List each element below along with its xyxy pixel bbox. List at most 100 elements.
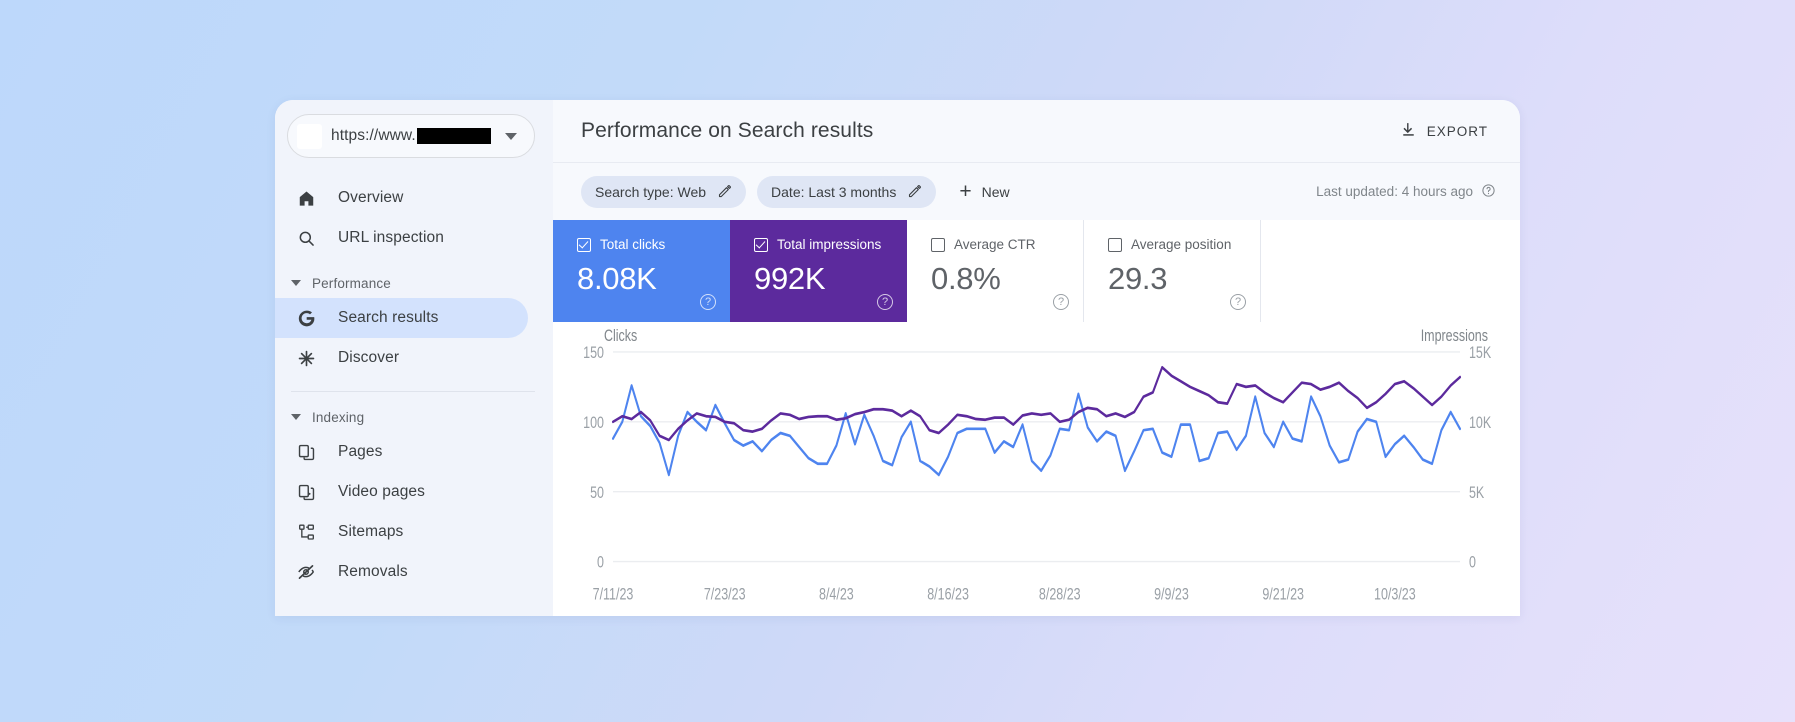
y2-axis-title: Impressions [1421,326,1488,345]
help-circle-icon[interactable]: ? [877,294,893,310]
performance-chart-svg: 0 0 50 5K 100 10K 150 15K Clicks Impressions 7/11/… [583,326,1491,604]
sidebar-item-discover[interactable]: Discover [275,338,528,378]
sidebar-item-overview[interactable]: Overview [275,178,528,218]
sidebar: https://www. Overview URL inspection Per… [275,100,553,616]
metric-card-total-impressions[interactable]: Total impressions 992K ? [730,220,907,322]
metric-value: 0.8% [931,261,1001,296]
metric-checkbox[interactable] [577,237,591,252]
sidebar-item-video-pages[interactable]: Video pages [275,472,528,512]
property-selector[interactable]: https://www. [287,114,535,158]
help-circle-icon[interactable]: ? [700,294,716,310]
chevron-down-icon [291,414,301,420]
y2-axis-tick-label: 15K [1469,343,1491,362]
metric-header: Average CTR [931,237,1083,252]
x-axis-tick-label: 9/9/23 [1154,585,1189,604]
pencil-icon[interactable] [907,184,922,199]
video-pages-icon [296,482,316,502]
x-axis-tick-label: 8/16/23 [927,585,969,604]
sidebar-item-label: Removals [338,563,408,580]
plus-icon: + [959,180,972,203]
sidebar-item-label: Sitemaps [338,523,404,540]
download-icon [1400,121,1417,141]
sidebar-item-url-inspection[interactable]: URL inspection [275,218,528,258]
sidebar-item-pages[interactable]: Pages [275,432,528,472]
metric-value: 29.3 [1108,261,1168,296]
sidebar-nav: Overview URL inspection Performance Sear… [275,178,553,592]
pages-icon [296,442,316,462]
filter-bar: Search type: Web Date: Last 3 months + N… [553,162,1520,220]
metric-checkbox[interactable] [931,237,945,252]
sidebar-group-label: Indexing [312,409,365,425]
sidebar-item-sitemaps[interactable]: Sitemaps [275,512,528,552]
y-axis-tick-label: 50 [590,483,604,502]
metric-card-average-position[interactable]: Average position 29.3 ? [1084,220,1261,322]
page-backdrop: https://www. Overview URL inspection Per… [0,0,1795,722]
filter-chip-date[interactable]: Date: Last 3 months [757,175,937,208]
sidebar-item-removals[interactable]: Removals [275,552,528,592]
metric-header: Total clicks [577,237,730,252]
x-axis-tick-label: 8/28/23 [1039,585,1081,604]
sidebar-group-label: Performance [312,275,391,291]
home-icon [296,188,316,208]
y-axis-tick-label: 100 [583,413,604,432]
sidebar-divider [291,391,535,392]
last-updated-status: Last updated: 4 hours ago [1316,183,1496,201]
chevron-down-icon[interactable] [505,132,517,140]
metrics-row-filler [1261,220,1520,322]
x-axis-tick-label: 10/3/23 [1374,585,1416,604]
chart-line-impressions [612,365,1461,442]
sidebar-group-indexing[interactable]: Indexing [275,402,553,432]
page-title: Performance on Search results [581,119,874,142]
metric-label: Total impressions [777,237,882,252]
export-label: EXPORT [1426,123,1488,139]
help-circle-icon[interactable]: ? [1230,294,1246,310]
sidebar-item-label: Overview [338,189,404,206]
new-filter-label: New [981,183,1010,200]
property-url-redaction [416,128,491,144]
add-new-filter-button[interactable]: + New [951,175,1017,208]
chevron-down-icon [291,280,301,286]
chart-gridlines [613,351,1460,563]
x-axis-tick-label: 8/4/23 [819,585,854,604]
metric-card-total-clicks[interactable]: Total clicks 8.08K ? [553,220,730,322]
help-circle-icon[interactable] [1481,183,1496,201]
discover-asterisk-icon [296,348,316,368]
property-url-prefix: https://www. [331,127,416,144]
x-axis-tick-label: 7/23/23 [704,585,746,604]
y2-axis-tick-label: 5K [1469,483,1484,502]
metric-label: Total clicks [600,237,666,252]
sidebar-item-label: Discover [338,349,400,366]
main-header: Performance on Search results EXPORT [553,100,1520,162]
sidebar-item-search-results[interactable]: Search results [275,298,528,338]
property-url: https://www. [331,127,491,145]
pencil-icon[interactable] [717,184,732,199]
metric-card-average-ctr[interactable]: Average CTR 0.8% ? [907,220,1084,322]
google-g-icon [296,308,316,328]
y2-axis-tick-label: 10K [1469,413,1491,432]
metric-header: Average position [1108,237,1260,252]
metric-checkbox[interactable] [1108,237,1122,252]
metric-value: 8.08K [577,261,657,296]
sidebar-group-performance[interactable]: Performance [275,268,553,298]
search-console-window: https://www. Overview URL inspection Per… [275,100,1520,616]
export-button[interactable]: EXPORT [1392,115,1496,147]
y-axis-title: Clicks [604,326,637,345]
y-axis-tick-label: 0 [597,553,604,572]
metric-label: Average CTR [954,237,1036,252]
y-axis-tick-label: 150 [583,343,604,362]
performance-chart[interactable]: 0 0 50 5K 100 10K 150 15K Clicks Impressions 7/11/… [553,322,1520,616]
main-content: Performance on Search results EXPORT Sea… [553,100,1520,616]
help-circle-icon[interactable]: ? [1053,294,1069,310]
removals-eye-off-icon [296,562,316,582]
chart-line-clicks [612,384,1461,477]
metrics-row: Total clicks 8.08K ? Total impressions 9… [553,220,1520,322]
sidebar-item-label: URL inspection [338,229,444,246]
filter-chip-label: Search type: Web [595,183,707,200]
chart-series [612,365,1461,477]
sidebar-item-label: Search results [338,309,439,326]
filter-chip-search-type[interactable]: Search type: Web [581,175,747,208]
metric-checkbox[interactable] [754,237,768,252]
sidebar-item-label: Video pages [338,483,426,500]
x-axis-tick-label: 9/21/23 [1262,585,1304,604]
